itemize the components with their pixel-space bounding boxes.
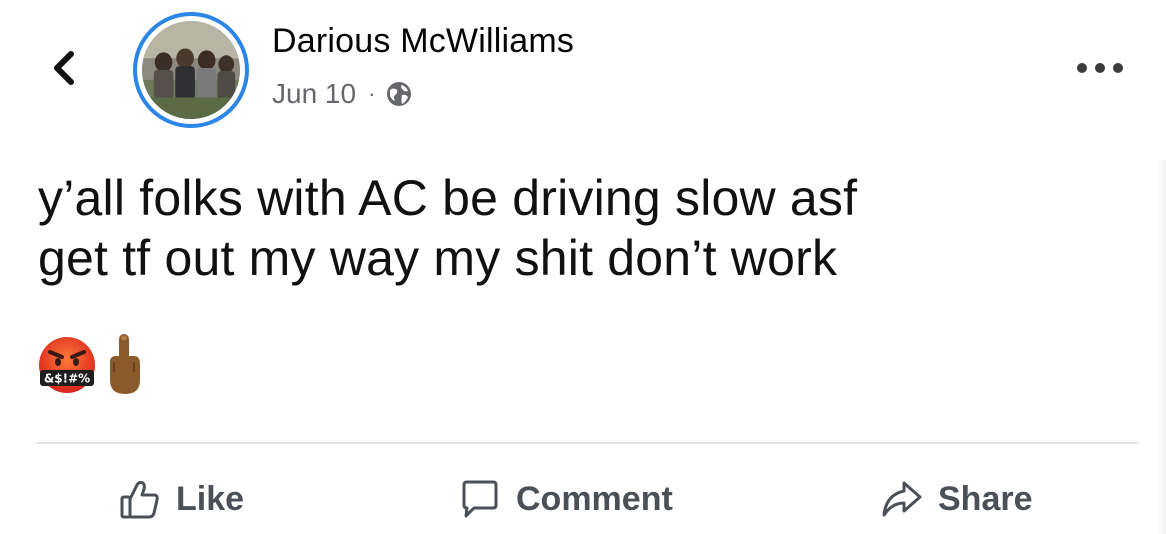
more-dot-icon — [1095, 63, 1105, 73]
cursing-face-emoji: &$!#% — [39, 337, 95, 393]
divider — [36, 442, 1138, 444]
more-dot-icon — [1113, 63, 1123, 73]
post-text-line: get tf out my way my shit don’t work — [38, 230, 838, 286]
author-name[interactable]: Darious McWilliams — [272, 22, 574, 61]
like-button[interactable]: Like — [118, 468, 244, 530]
screen-edge — [1158, 160, 1166, 534]
cursing-symbols: &$!#% — [44, 372, 90, 386]
avatar-photo — [142, 21, 240, 119]
share-arrow-icon — [882, 481, 922, 517]
comment-label: Comment — [516, 479, 673, 518]
avatar[interactable] — [133, 12, 249, 128]
back-button[interactable] — [42, 46, 86, 90]
share-label: Share — [938, 479, 1033, 518]
post-date[interactable]: Jun 10 — [272, 78, 356, 110]
post-text: y’all folks with AC be driving slow asf … — [38, 168, 1138, 288]
emoji-row: &$!#% — [36, 332, 146, 398]
meta-separator: · — [368, 81, 376, 106]
comment-icon — [462, 480, 498, 518]
post-meta: Jun 10 · — [272, 78, 413, 110]
post-card: Darious McWilliams Jun 10 · y’all folks … — [0, 0, 1166, 534]
more-dot-icon — [1077, 63, 1087, 73]
post-text-line: y’all folks with AC be driving slow asf — [38, 170, 858, 226]
thumbs-up-icon — [120, 480, 159, 519]
chevron-left-icon — [54, 51, 74, 85]
like-label: Like — [176, 479, 245, 518]
globe-icon — [387, 82, 412, 106]
share-button[interactable]: Share — [880, 468, 1033, 530]
middle-finger-emoji — [110, 334, 140, 394]
more-options-button[interactable] — [1068, 54, 1132, 82]
action-bar: Like Comment Share — [0, 468, 1166, 530]
comment-button[interactable]: Comment — [458, 468, 673, 530]
